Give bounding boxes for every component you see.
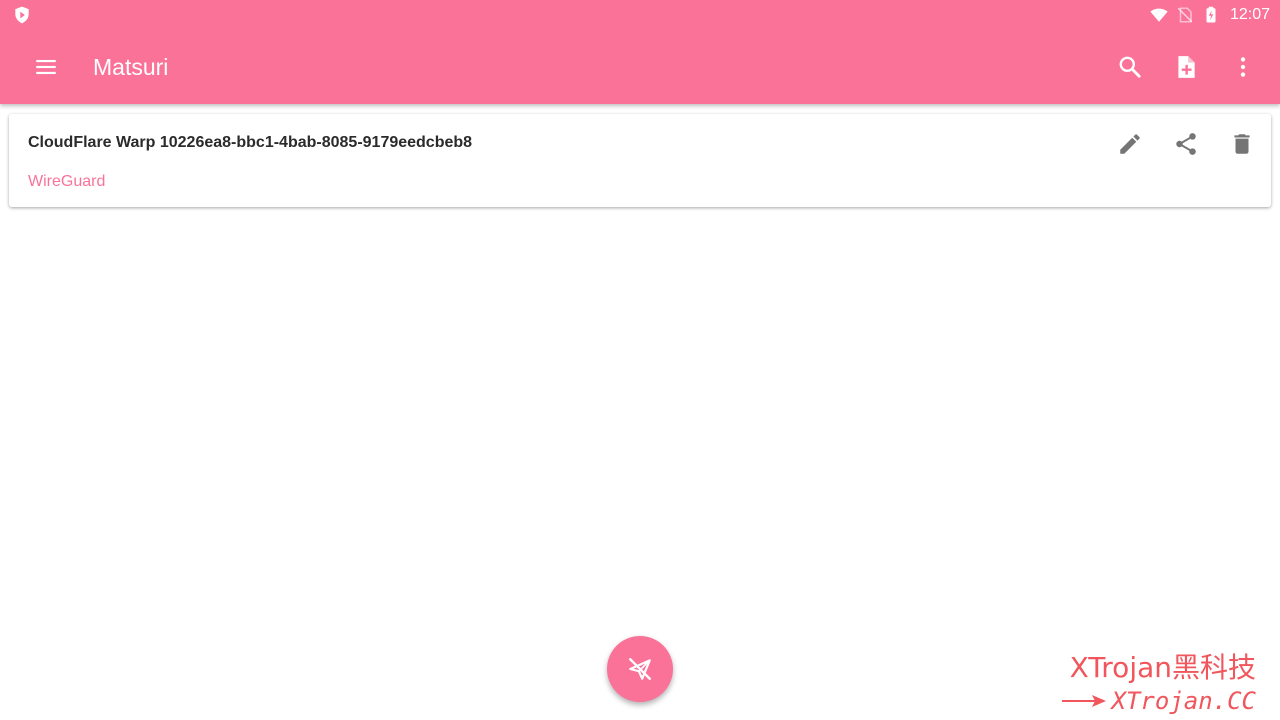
delete-icon	[1234, 134, 1250, 154]
wifi-icon	[1150, 8, 1168, 22]
more-vert-icon	[1240, 57, 1246, 77]
connect-fab[interactable]	[607, 636, 673, 702]
more-options-button[interactable]	[1219, 43, 1267, 91]
profile-name: CloudFlare Warp 10226ea8-bbc1-4bab-8085-…	[28, 134, 473, 151]
battery-charging-icon	[1206, 6, 1216, 23]
menu-button[interactable]	[22, 43, 70, 91]
profile-card[interactable]: CloudFlare Warp 10226ea8-bbc1-4bab-8085-…	[9, 114, 1271, 207]
app-bar: Matsuri	[0, 30, 1280, 104]
top-bar: 12:07 Matsuri	[0, 0, 1280, 104]
share-button[interactable]	[1164, 122, 1208, 166]
search-button[interactable]	[1106, 43, 1154, 91]
arrow-right-icon	[1061, 695, 1106, 707]
add-file-icon	[1178, 56, 1195, 78]
edit-icon	[1120, 134, 1140, 154]
status-bar: 12:07	[0, 0, 1280, 30]
status-time: 12:07	[1229, 6, 1270, 23]
delete-button[interactable]	[1220, 122, 1264, 166]
status-icons: 12:07	[1150, 4, 1270, 26]
share-icon	[1176, 133, 1196, 155]
watermark-line2: XTrojan.CC	[1111, 687, 1257, 715]
watermark: XTrojan黑科技 XTrojan.CC	[1061, 651, 1257, 716]
menu-icon	[36, 59, 56, 75]
watermark-line2-row: XTrojan.CC	[1061, 686, 1257, 716]
profile-type: WireGuard	[28, 173, 106, 190]
search-icon	[1119, 56, 1141, 78]
watermark-line1: XTrojan黑科技	[1069, 651, 1256, 684]
edit-button[interactable]	[1108, 122, 1152, 166]
app-root: 12:07 Matsuri CloudFlare Warp 10226ea8-b…	[0, 0, 1280, 720]
no-sim-icon	[1177, 7, 1193, 23]
add-profile-button[interactable]	[1162, 43, 1210, 91]
paper-plane-off-icon	[629, 658, 651, 680]
shield-icon	[12, 5, 32, 25]
app-title: Matsuri	[93, 54, 169, 80]
